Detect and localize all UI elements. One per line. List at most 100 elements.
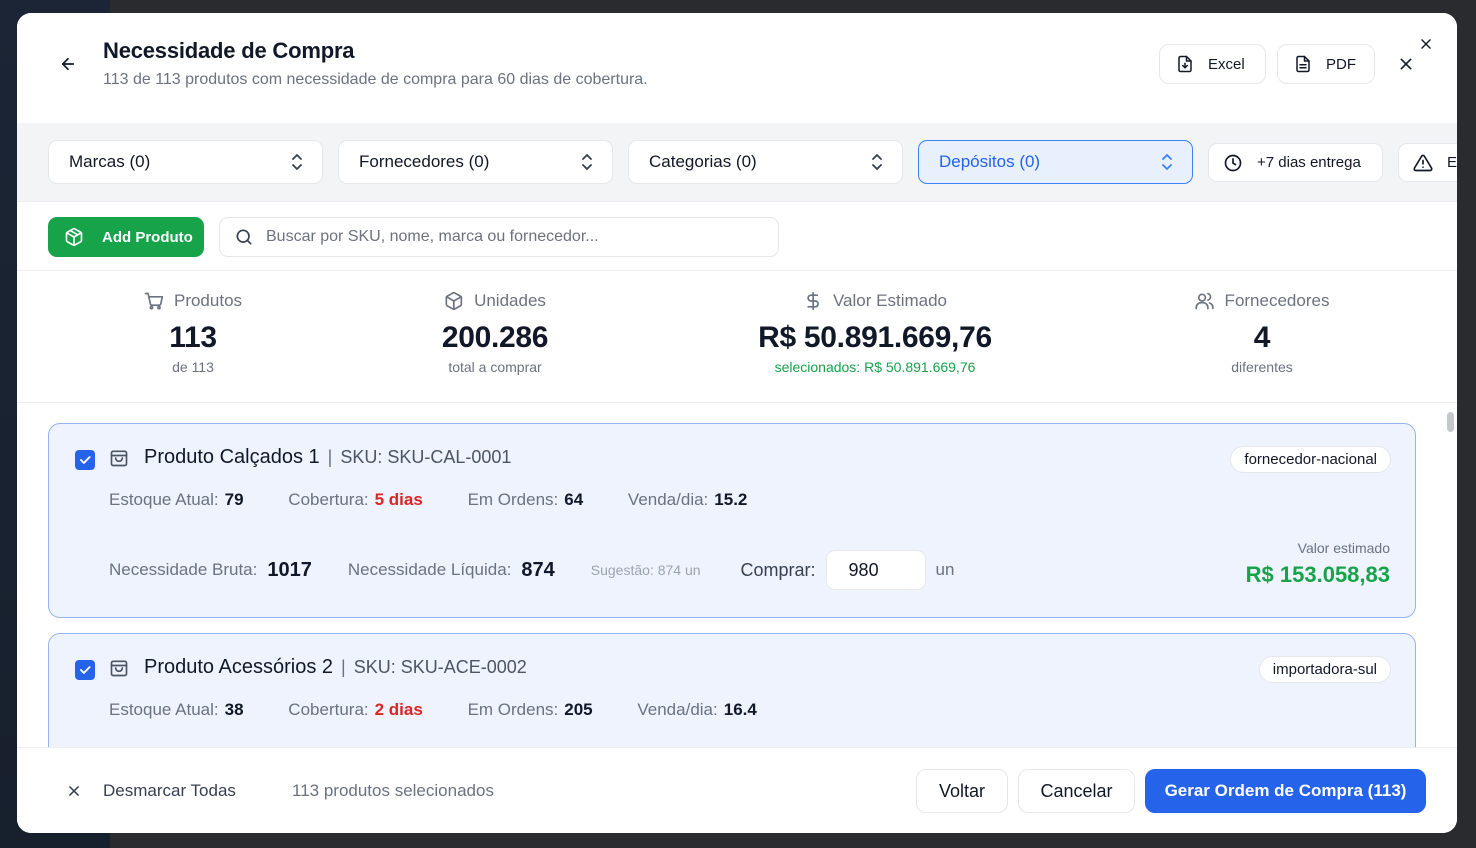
categories-select-label: Categorias (0): [649, 152, 757, 171]
selected-count: 113 produtos selecionados: [292, 781, 494, 800]
stat-units-sub: total a comprar: [448, 359, 542, 375]
delivery-days-label: +7 dias entrega: [1257, 154, 1361, 171]
categories-select[interactable]: Categorias (0): [628, 140, 903, 184]
back-button[interactable]: Voltar: [916, 769, 1008, 813]
supplier-badge: importadora-sul: [1258, 656, 1391, 683]
chevrons-up-down-icon: [292, 154, 302, 170]
export-excel-label: Excel: [1208, 55, 1245, 73]
orders-label: Em Ordens:: [467, 700, 559, 719]
modal-footer: Desmarcar Todas 113 produtos selecionado…: [17, 747, 1457, 833]
cancel-button[interactable]: Cancelar: [1018, 769, 1135, 813]
brands-select[interactable]: Marcas (0): [48, 140, 323, 184]
orders-label: Em Ordens:: [467, 490, 559, 509]
buy-quantity-input[interactable]: [825, 550, 926, 590]
product-list[interactable]: Produto Calçados 1 | SKU: SKU-CAL-0001 for…: [17, 403, 1457, 747]
stat-products-label: Produtos: [173, 291, 243, 310]
estimated-value-amount: R$ 153.058,83: [1245, 562, 1390, 587]
net-need-label: Necessidade Líquida:: [347, 560, 512, 579]
unmark-all-button[interactable]: Desmarcar Todas: [67, 781, 236, 801]
export-pdf-button[interactable]: PDF: [1277, 44, 1375, 84]
alert-filter-label: E: [1447, 154, 1457, 171]
add-product-label: Add Produto: [102, 228, 193, 246]
modal-header: Necessidade de Compra 113 de 113 produto…: [17, 13, 1457, 123]
product-name: Produto Acessórios 2 | SKU: SKU-ACE-0002: [144, 656, 527, 679]
net-need-value: 874: [521, 558, 555, 581]
shopping-bag-icon: [110, 660, 128, 677]
search-input[interactable]: [266, 228, 746, 246]
coverage-label: Cobertura:: [288, 700, 369, 719]
estimated-value-block: Valor estimado R$ 153.058,83: [1246, 540, 1390, 588]
generate-purchase-order-button[interactable]: Gerar Ordem de Compra (113): [1145, 769, 1426, 813]
stat-suppliers-label: Fornecedores: [1224, 291, 1330, 310]
stat-units-value: 200.286: [441, 321, 549, 354]
stat-estimated-sub: selecionados: R$ 50.891.669,76: [774, 359, 976, 375]
stat-products-value: 113: [169, 321, 217, 354]
stat-estimated-value: Valor Estimado R$ 50.891.669,76 selecion…: [758, 291, 992, 375]
sales-value: 16.4: [723, 700, 757, 719]
toolbar: Add Produto: [17, 201, 1457, 271]
gross-need-label: Necessidade Bruta:: [109, 560, 258, 579]
search-box: [219, 217, 779, 257]
warehouses-select-label: Depósitos (0): [939, 152, 1041, 171]
back-arrow-button[interactable]: [55, 51, 81, 77]
check-icon: [79, 666, 91, 674]
close-dialog-button[interactable]: [1415, 33, 1437, 55]
sales-value: 15.2: [714, 490, 748, 509]
package-icon: [65, 227, 83, 247]
product-purchase-row: Necessidade Bruta: 1017 Necessidade Líqu…: [109, 550, 954, 590]
summary-stats: Produtos 113 de 113 Unidades 200.286 tot…: [17, 271, 1457, 403]
product-name: Produto Calçados 1 | SKU: SKU-CAL-0001: [144, 446, 511, 469]
supplier-badge: fornecedor-nacional: [1230, 446, 1391, 473]
file-text-icon: [1296, 55, 1310, 73]
stat-units: Unidades 200.286 total a comprar: [441, 291, 549, 375]
export-pdf-label: PDF: [1326, 55, 1356, 73]
search-icon: [236, 229, 252, 245]
warehouses-select[interactable]: Depósitos (0): [918, 140, 1193, 184]
shopping-cart-icon: [144, 292, 164, 310]
scrollbar[interactable]: [1445, 403, 1455, 747]
product-card: Produto Acessórios 2 | SKU: SKU-ACE-0002 i…: [48, 633, 1416, 747]
sales-label: Venda/dia:: [637, 700, 718, 719]
product-checkbox[interactable]: [75, 450, 95, 470]
product-metrics: Estoque Atual: 38 Cobertura: 2 dias Em Ord…: [109, 700, 797, 720]
product-checkbox[interactable]: [75, 660, 95, 680]
add-product-button[interactable]: Add Produto: [48, 217, 204, 257]
brands-select-label: Marcas (0): [69, 152, 151, 171]
estimated-value-label: Valor estimado: [1297, 540, 1390, 556]
coverage-value: 5 dias: [374, 490, 423, 509]
alert-filter[interactable]: E: [1398, 143, 1457, 182]
product-metrics: Estoque Atual: 79 Cobertura: 5 dias Em Ord…: [109, 490, 787, 510]
orders-value: 205: [564, 700, 593, 719]
close-icon: [69, 786, 79, 796]
suppliers-select[interactable]: Fornecedores (0): [338, 140, 613, 184]
delivery-days-filter[interactable]: +7 dias entrega: [1208, 143, 1383, 182]
filters-bar: Marcas (0) Fornecedores (0) Categorias (…: [17, 123, 1457, 201]
stock-value: 79: [224, 490, 244, 509]
gross-need-value: 1017: [267, 558, 312, 581]
shopping-bag-icon: [110, 450, 128, 467]
stat-suppliers-sub: diferentes: [1231, 359, 1293, 375]
arrow-left-icon: [61, 57, 75, 71]
stat-suppliers-value: 4: [1253, 321, 1271, 354]
stat-units-label: Unidades: [474, 291, 546, 310]
stock-label: Estoque Atual:: [109, 490, 219, 509]
stock-label: Estoque Atual:: [109, 700, 219, 719]
unmark-all-label: Desmarcar Todas: [103, 781, 236, 800]
buy-label: Comprar:: [740, 559, 816, 580]
close-modal-button[interactable]: [1395, 53, 1417, 75]
export-excel-button[interactable]: Excel: [1159, 44, 1266, 84]
scrollbar-thumb[interactable]: [1447, 412, 1454, 432]
check-icon: [79, 456, 91, 464]
product-sku: SKU: SKU-CAL-0001: [340, 447, 512, 467]
file-download-icon: [1178, 55, 1192, 73]
suggestion-text: Sugestão: 874 un: [590, 562, 701, 578]
chevrons-up-down-icon: [872, 154, 882, 170]
stat-suppliers: Fornecedores 4 diferentes: [1195, 291, 1330, 375]
alert-triangle-icon: [1413, 154, 1433, 171]
page-subtitle: 113 de 113 produtos com necessidade de c…: [103, 71, 648, 88]
close-icon: [1400, 58, 1412, 70]
page-title: Necessidade de Compra: [103, 38, 355, 63]
clock-icon: [1224, 154, 1242, 171]
product-name-text: Produto Acessórios 2: [144, 656, 333, 678]
stat-estimated-value-text: R$ 50.891.669,76: [758, 321, 992, 354]
